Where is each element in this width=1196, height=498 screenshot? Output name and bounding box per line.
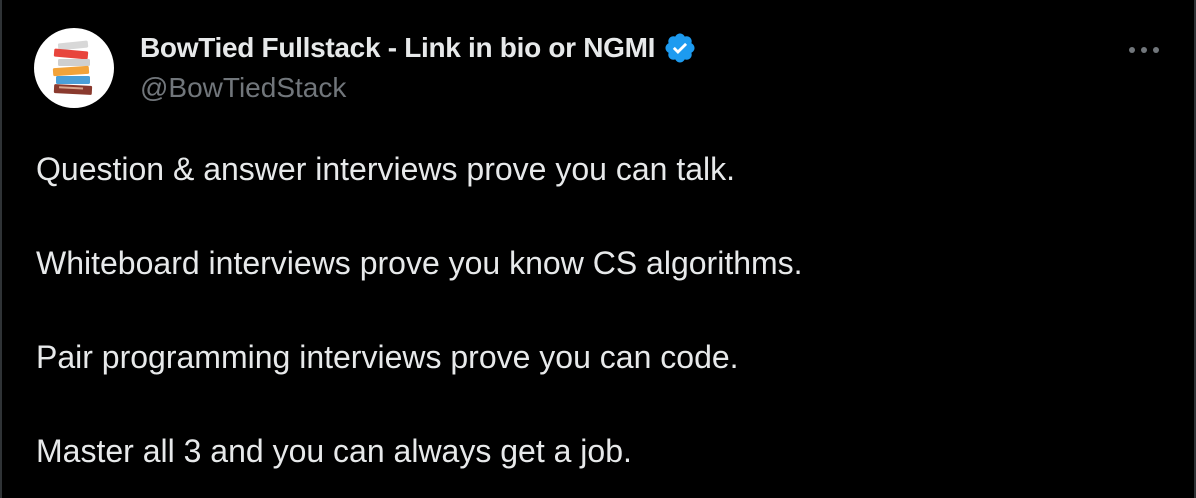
avatar[interactable] [34, 28, 114, 108]
tweet-paragraph: Master all 3 and you can always get a jo… [36, 433, 632, 469]
tweet-header: BowTied Fullstack - Link in bio or NGMI … [34, 28, 697, 108]
tweet-paragraph: Question & answer interviews prove you c… [36, 151, 735, 187]
tweet-card: BowTied Fullstack - Link in bio or NGMI … [0, 0, 1196, 498]
tweet-paragraph: Pair programming interviews prove you ca… [36, 339, 739, 375]
author-names: BowTied Fullstack - Link in bio or NGMI … [140, 28, 697, 108]
tweet-text: Question & answer interviews prove you c… [36, 146, 1156, 474]
stacked-books-icon [52, 40, 93, 95]
tweet-paragraph: Whiteboard interviews prove you know CS … [36, 245, 803, 281]
card-border-left [0, 0, 2, 498]
more-options-button[interactable] [1126, 36, 1162, 64]
display-name[interactable]: BowTied Fullstack - Link in bio or NGMI [140, 32, 655, 64]
verified-badge-icon[interactable] [663, 31, 697, 65]
more-horizontal-icon [1129, 47, 1159, 53]
display-name-row: BowTied Fullstack - Link in bio or NGMI [140, 28, 697, 68]
author-handle[interactable]: @BowTiedStack [140, 68, 697, 108]
